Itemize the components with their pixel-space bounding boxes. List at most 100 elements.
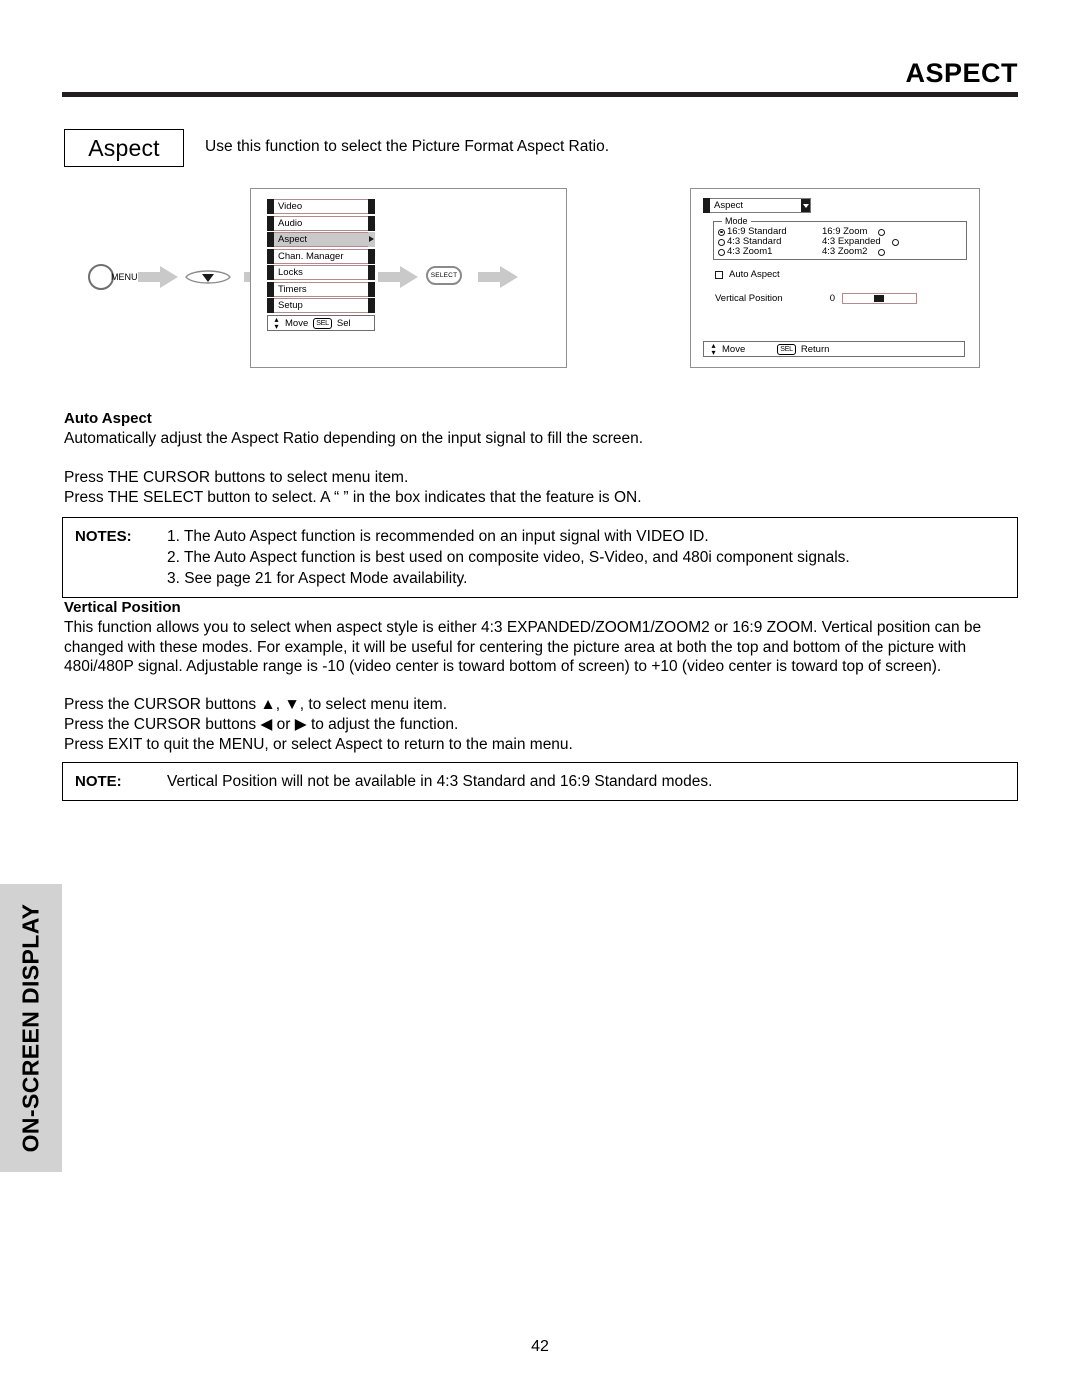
aspect-panel-title-body: Aspect <box>710 198 811 213</box>
note-box: NOTE: Vertical Position will not be avai… <box>62 762 1018 801</box>
footer-move-label: Move <box>722 343 746 355</box>
slider-thumb[interactable] <box>874 295 884 302</box>
mode-option-4-3-zoom2[interactable]: 4:3 Zoom2 <box>822 247 964 257</box>
vertical-position-paragraph-line-2: changed with these modes. For example, i… <box>64 638 967 656</box>
radio-icon <box>878 248 886 256</box>
mode-option-label: 4:3 Zoom2 <box>822 246 868 257</box>
vertical-position-paragraph-line-3: 480i/480P signal. Adjustable range is -1… <box>64 658 942 675</box>
aspect-panel-title: Aspect <box>714 200 744 211</box>
vertical-position-heading: Vertical Position <box>64 599 181 616</box>
note-box-label: NOTE: <box>75 773 122 790</box>
osd-flow-diagram: MENU Video Audio Aspect Chan. Manager Lo… <box>62 186 1018 371</box>
osd-menu-footer: ▴ ▾ Move SEL Sel <box>267 315 375 331</box>
note-box-text: Vertical Position will not be available … <box>167 773 713 790</box>
flow-arrow-3-icon <box>378 266 418 288</box>
section-side-tab: ON-SCREEN DISPLAY <box>0 884 62 1172</box>
menu-item-timers[interactable]: Timers <box>267 281 375 297</box>
vertical-position-instruction-1: Press the CURSOR buttons ▲, ▼, to select… <box>64 696 448 713</box>
vertical-position-slider[interactable] <box>842 293 917 304</box>
header-divider <box>62 92 1018 97</box>
title-cap-left-icon <box>703 198 710 213</box>
radio-icon <box>718 248 725 256</box>
radio-icon <box>718 238 725 246</box>
menu-item-label: Timers <box>274 281 368 297</box>
up-down-arrows-icon: ▴ ▾ <box>274 315 279 331</box>
osd-aspect-footer: ▴ ▾ Move SEL Return <box>703 341 965 357</box>
flow-arrow-4-icon <box>478 266 518 288</box>
menu-item-setup[interactable]: Setup <box>267 298 375 313</box>
footer-action-label: Return <box>800 343 830 355</box>
footer-move-label: Move <box>285 317 309 329</box>
notes-box: NOTES: 1. The Auto Aspect function is re… <box>62 517 1018 598</box>
page-number: 42 <box>531 1338 549 1355</box>
menu-item-audio[interactable]: Audio <box>267 215 375 231</box>
radio-icon <box>878 228 886 236</box>
section-chip: Aspect <box>64 129 184 167</box>
notes-box-label: NOTES: <box>75 528 132 545</box>
chevron-right-icon <box>368 232 375 247</box>
menu-item-label: Setup <box>274 298 368 313</box>
menu-cap-right-icon <box>368 199 375 214</box>
menu-cap-right-icon <box>368 281 375 297</box>
flow-arrow-1-icon <box>138 266 178 288</box>
menu-cap-left-icon <box>267 248 274 264</box>
menu-cap-left-icon <box>267 215 274 231</box>
menu-item-chan-manager[interactable]: Chan. Manager <box>267 248 375 264</box>
cursor-down-button[interactable] <box>182 266 234 288</box>
vertical-position-paragraph-line-1: This function allows you to select when … <box>64 619 982 636</box>
menu-item-locks[interactable]: Locks <box>267 265 375 280</box>
menu-item-label: Aspect <box>274 232 368 247</box>
menu-cap-left-icon <box>267 232 274 247</box>
auto-aspect-description: Automatically adjust the Aspect Ratio de… <box>64 430 644 447</box>
menu-button[interactable]: MENU <box>88 264 138 290</box>
menu-cap-left-icon <box>267 298 274 313</box>
section-side-tab-label: ON-SCREEN DISPLAY <box>17 903 44 1153</box>
menu-item-label: Locks <box>274 265 368 280</box>
menu-item-label: Video <box>274 199 368 214</box>
vertical-position-section: Vertical Position This function allows y… <box>64 598 1020 677</box>
auto-aspect-label: Auto Aspect <box>729 269 780 280</box>
page-header: ASPECT <box>62 58 1018 104</box>
osd-aspect-panel: Aspect Mode 16:9 Standard 16:9 Zoom 4:3 … <box>690 188 980 368</box>
mode-group-legend: Mode <box>722 216 751 226</box>
menu-item-aspect[interactable]: Aspect <box>267 232 375 247</box>
vertical-position-instruction-3: Press EXIT to quit the MENU, or select A… <box>64 736 573 753</box>
menu-cap-left-icon <box>267 281 274 297</box>
menu-cap-right-icon <box>368 248 375 264</box>
menu-item-label: Audio <box>274 215 368 231</box>
auto-aspect-checkbox-row[interactable]: Auto Aspect <box>715 269 780 280</box>
menu-cap-left-icon <box>267 265 274 280</box>
note-box-items: Vertical Position will not be available … <box>167 771 1007 792</box>
notes-box-item: 2. The Auto Aspect function is best used… <box>167 549 850 566</box>
auto-aspect-instruction-2: Press THE SELECT button to select. A “ ”… <box>64 489 642 506</box>
vertical-position-label: Vertical Position <box>715 293 783 304</box>
vertical-position-row[interactable]: Vertical Position 0 <box>715 293 955 304</box>
menu-button-label: MENU <box>111 272 138 282</box>
auto-aspect-instruction-1: Press THE CURSOR buttons to select menu … <box>64 469 409 486</box>
mode-options-grid: 16:9 Standard 16:9 Zoom 4:3 Standard 4:3… <box>718 227 964 257</box>
mode-option-4-3-zoom1[interactable]: 4:3 Zoom1 <box>718 247 822 257</box>
intro-description: Use this function to select the Picture … <box>205 138 610 155</box>
up-down-arrows-icon: ▴ ▾ <box>711 341 716 357</box>
chevron-down-icon <box>801 199 810 212</box>
menu-item-video[interactable]: Video <box>267 199 375 214</box>
select-button[interactable]: SELECT <box>426 266 462 285</box>
section-chip-label: Aspect <box>88 134 160 161</box>
aspect-panel-title-bar[interactable]: Aspect <box>703 198 811 213</box>
menu-item-label: Chan. Manager <box>274 248 368 264</box>
vertical-position-instruction-2: Press the CURSOR buttons ◀ or ▶ to adjus… <box>64 716 459 733</box>
sel-key-icon: SEL <box>777 343 796 355</box>
select-button-label: SELECT <box>430 272 458 279</box>
notes-box-item: 3. See page 21 for Aspect Mode availabil… <box>167 570 468 587</box>
menu-cap-right-icon <box>368 215 375 231</box>
page-title: ASPECT <box>905 58 1018 88</box>
auto-aspect-section: Auto Aspect Automatically adjust the Asp… <box>64 409 1020 449</box>
vertical-position-value: 0 <box>829 293 835 304</box>
mode-option-label: 4:3 Zoom1 <box>727 246 773 257</box>
footer-action-label: Sel <box>336 317 351 329</box>
auto-aspect-heading: Auto Aspect <box>64 410 152 427</box>
radio-icon <box>718 228 725 236</box>
menu-cap-right-icon <box>368 298 375 313</box>
notes-box-item: 1. The Auto Aspect function is recommend… <box>167 528 709 545</box>
auto-aspect-instructions: Press THE CURSOR buttons to select menu … <box>64 468 1020 508</box>
